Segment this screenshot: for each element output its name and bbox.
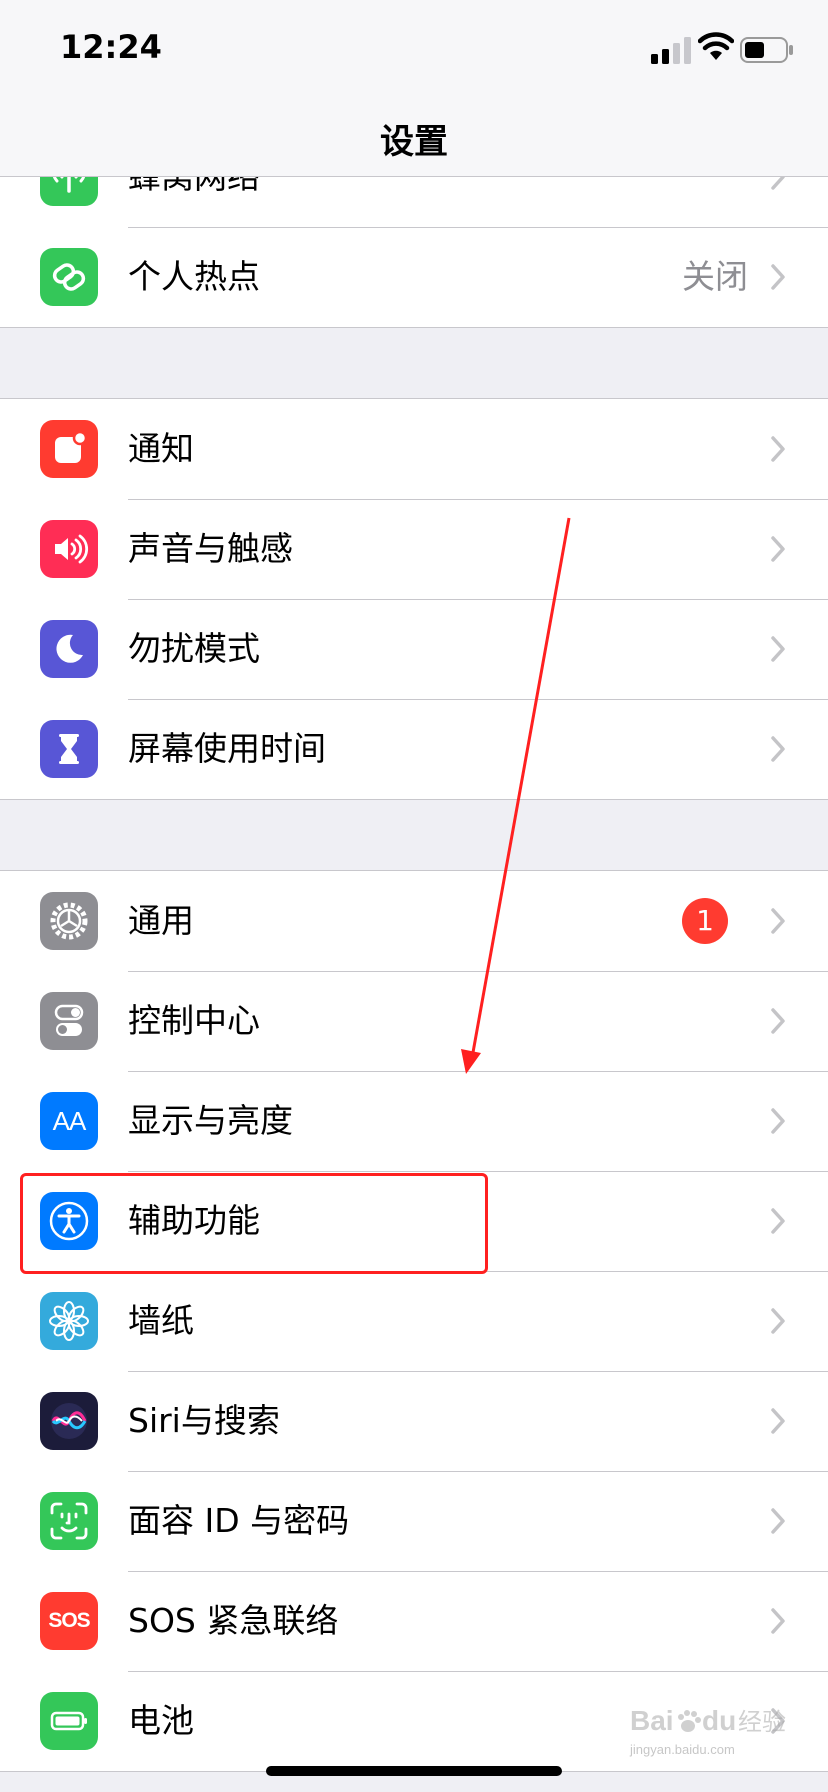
speaker-icon bbox=[40, 520, 98, 578]
baidu-watermark: Bai du 经验 jingyan.baidu.com bbox=[630, 1700, 800, 1757]
settings-row-control-center[interactable]: 控制中心 bbox=[0, 971, 828, 1071]
settings-group-network: 蜂窝网络 个人热点 关闭 bbox=[0, 176, 828, 328]
status-bar: 12:24 bbox=[0, 0, 828, 100]
chevron-right-icon bbox=[771, 1208, 785, 1234]
settings-row-label: 显示与亮度 bbox=[128, 1101, 293, 1140]
settings-row-do-not-disturb[interactable]: 勿扰模式 bbox=[0, 599, 828, 699]
hotspot-status-value: 关闭 bbox=[682, 257, 748, 296]
wifi-icon bbox=[698, 32, 734, 60]
chevron-right-icon bbox=[771, 1308, 785, 1334]
svg-text:Bai: Bai bbox=[630, 1705, 674, 1736]
sos-icon: SOS bbox=[40, 1592, 98, 1650]
hourglass-icon bbox=[40, 720, 98, 778]
settings-group-general: 通用 1 控制中心 AA 显示与亮度 辅助功能 墙纸 Siri与搜索 面容 ID… bbox=[0, 870, 828, 1772]
settings-row-siri-search[interactable]: Siri与搜索 bbox=[0, 1371, 828, 1471]
toggles-icon bbox=[40, 992, 98, 1050]
battery-icon bbox=[40, 1692, 98, 1750]
settings-group-alerts: 通知 声音与触感 勿扰模式 屏幕使用时间 bbox=[0, 398, 828, 800]
chevron-right-icon bbox=[771, 436, 785, 462]
settings-row-wallpaper[interactable]: 墙纸 bbox=[0, 1271, 828, 1371]
chevron-right-icon bbox=[771, 1408, 785, 1434]
baidu-paw-logo: Bai du 经验 bbox=[630, 1705, 786, 1736]
settings-row-label: 电池 bbox=[128, 1701, 194, 1740]
settings-row-label: 墙纸 bbox=[128, 1301, 194, 1340]
settings-row-label: 屏幕使用时间 bbox=[128, 729, 326, 768]
watermark-url: jingyan.baidu.com bbox=[630, 1742, 735, 1757]
cellular-antenna-icon bbox=[40, 176, 98, 206]
update-badge: 1 bbox=[682, 898, 728, 944]
settings-row-label: 控制中心 bbox=[128, 1001, 260, 1040]
face-id-icon bbox=[40, 1492, 98, 1550]
settings-row-label: 面容 ID 与密码 bbox=[128, 1501, 350, 1540]
settings-row-accessibility[interactable]: 辅助功能 bbox=[0, 1171, 828, 1271]
settings-row-hotspot[interactable]: 个人热点 关闭 bbox=[0, 227, 828, 327]
settings-row-screen-time[interactable]: 屏幕使用时间 bbox=[0, 699, 828, 799]
settings-row-label: Siri与搜索 bbox=[128, 1401, 280, 1440]
settings-row-label: 辅助功能 bbox=[128, 1201, 260, 1240]
settings-row-cellular[interactable]: 蜂窝网络 bbox=[0, 176, 828, 227]
settings-row-label: 勿扰模式 bbox=[128, 629, 260, 668]
settings-row-sounds[interactable]: 声音与触感 bbox=[0, 499, 828, 599]
chevron-right-icon bbox=[771, 1508, 785, 1534]
flower-icon bbox=[40, 1292, 98, 1350]
chevron-right-icon bbox=[771, 1008, 785, 1034]
home-indicator[interactable] bbox=[266, 1766, 562, 1776]
gear-icon bbox=[40, 892, 98, 950]
chevron-right-icon bbox=[771, 908, 785, 934]
siri-icon bbox=[40, 1392, 98, 1450]
battery-status-icon bbox=[740, 37, 793, 63]
hotspot-link-icon bbox=[40, 248, 98, 306]
settings-row-emergency-sos[interactable]: SOS SOS 紧急联络 bbox=[0, 1571, 828, 1671]
navigation-bar: 设置 bbox=[0, 100, 828, 177]
accessibility-icon bbox=[40, 1192, 98, 1250]
settings-row-general[interactable]: 通用 1 bbox=[0, 871, 828, 971]
svg-text:经验: 经验 bbox=[738, 1708, 786, 1736]
settings-row-label: 声音与触感 bbox=[128, 529, 293, 568]
chevron-right-icon bbox=[771, 1108, 785, 1134]
chevron-right-icon bbox=[771, 264, 785, 290]
settings-scroll-view[interactable]: 蜂窝网络 个人热点 关闭 通知 声音与触感 勿扰模式 屏幕使用时间 通用 1 控… bbox=[0, 176, 828, 1792]
chevron-right-icon bbox=[771, 536, 785, 562]
moon-icon bbox=[40, 620, 98, 678]
settings-row-label: 通用 bbox=[128, 901, 194, 940]
settings-row-notifications[interactable]: 通知 bbox=[0, 399, 828, 499]
chevron-right-icon bbox=[771, 636, 785, 662]
page-title: 设置 bbox=[380, 122, 448, 162]
svg-text:du: du bbox=[702, 1705, 736, 1736]
notification-icon bbox=[40, 420, 98, 478]
settings-row-label: SOS 紧急联络 bbox=[128, 1601, 339, 1640]
text-size-glyph: AA bbox=[52, 1105, 87, 1136]
settings-row-display-brightness[interactable]: AA 显示与亮度 bbox=[0, 1071, 828, 1171]
settings-row-label: 通知 bbox=[128, 429, 194, 468]
sos-glyph: SOS bbox=[48, 1609, 90, 1632]
status-time: 12:24 bbox=[60, 28, 162, 66]
chevron-right-icon bbox=[771, 1608, 785, 1634]
settings-row-label: 个人热点 bbox=[128, 257, 260, 296]
settings-row-face-id[interactable]: 面容 ID 与密码 bbox=[0, 1471, 828, 1571]
cellular-signal-icon bbox=[651, 37, 691, 64]
text-size-icon: AA bbox=[40, 1092, 98, 1150]
chevron-right-icon bbox=[771, 736, 785, 762]
chevron-right-icon bbox=[771, 176, 785, 190]
settings-row-label: 蜂窝网络 bbox=[128, 176, 260, 196]
